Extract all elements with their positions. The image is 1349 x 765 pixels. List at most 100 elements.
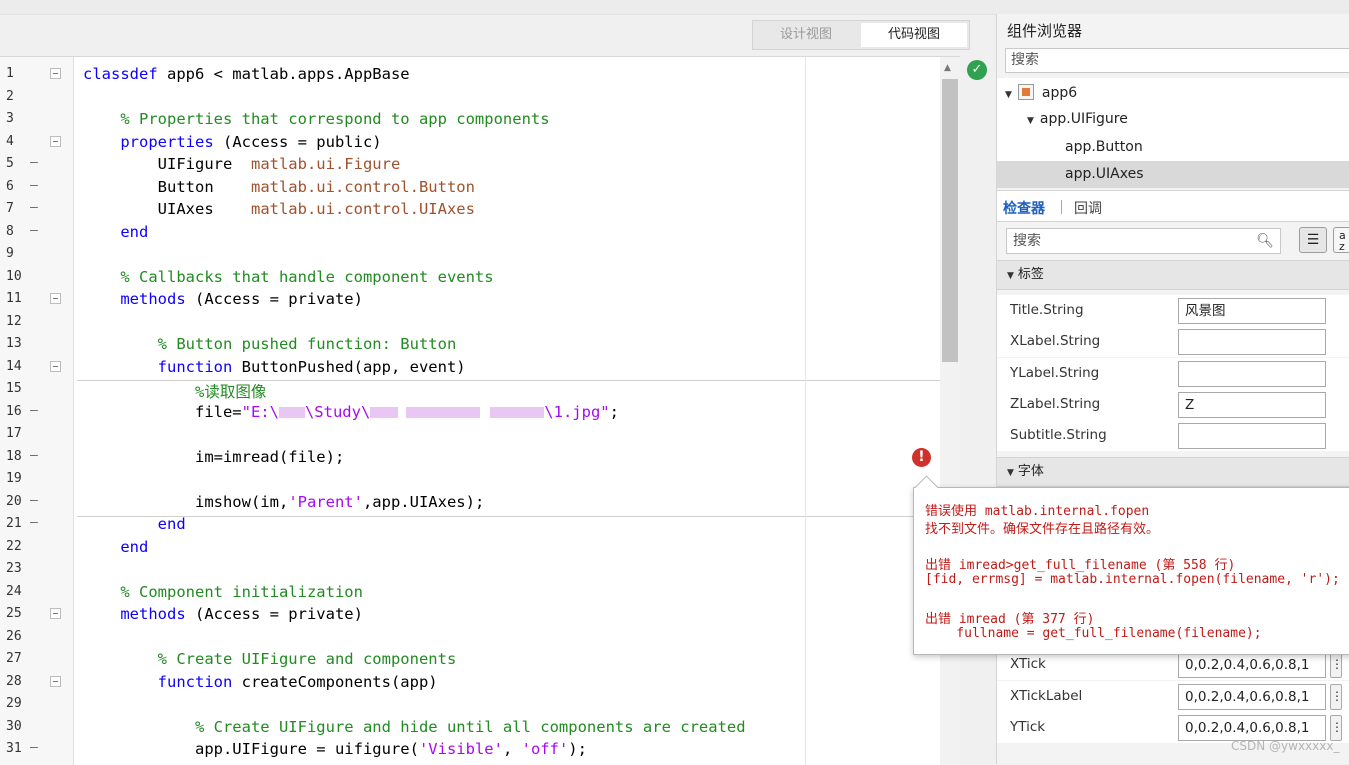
code-line[interactable]: 11 methods (Access = private) — [0, 288, 940, 311]
property-value-input[interactable]: 0,0.2,0.4,0.6,0.8,1 — [1178, 652, 1326, 678]
breakpoint-dash-icon[interactable]: – — [30, 200, 38, 215]
error-icon[interactable]: ! — [912, 448, 931, 467]
tree-item-uifigure[interactable]: ▼ app.UIFigure — [1027, 111, 1128, 127]
property-search-input[interactable]: 搜索 🔍︎ — [1006, 228, 1281, 254]
tree-item-app6[interactable]: ▼ app6 — [1005, 84, 1077, 101]
code-text: UIFigure matlab.ui.Figure — [83, 155, 401, 173]
code-text: end — [83, 538, 148, 556]
code-line[interactable]: 30 % Create UIFigure and hide until all … — [0, 716, 940, 739]
code-line[interactable]: 28 function createComponents(app) — [0, 671, 940, 694]
property-value-input[interactable]: Z — [1178, 392, 1326, 418]
line-number: 30 — [6, 718, 22, 734]
code-text: classdef app6 < matlab.apps.AppBase — [83, 65, 410, 83]
breakpoint-dash-icon[interactable]: – — [30, 515, 38, 530]
code-line[interactable]: 29 — [0, 693, 940, 716]
code-view-button[interactable]: 代码视图 — [861, 23, 967, 47]
code-line[interactable]: 9 — [0, 243, 940, 266]
code-line[interactable]: 16– file="E:\ \Study\ \1.jpg"; — [0, 401, 940, 424]
breakpoint-dash-icon[interactable]: – — [30, 155, 38, 170]
property-value-input[interactable] — [1178, 423, 1326, 449]
breakpoint-dash-icon[interactable]: – — [30, 178, 38, 193]
line-number: 25 — [6, 606, 22, 621]
section-font[interactable]: ▼ 字体 — [997, 457, 1349, 487]
expand-triangle-icon[interactable]: ▼ — [1027, 116, 1034, 126]
more-options-button[interactable]: ⋮ — [1330, 652, 1343, 678]
code-editor[interactable]: 1 classdef app6 < matlab.apps.AppBase 2 3 %… — [0, 56, 960, 765]
code-line[interactable]: 22 end — [0, 536, 940, 559]
property-value-input[interactable]: 风景图 — [1178, 298, 1326, 324]
collapse-triangle-icon[interactable]: ▼ — [1007, 262, 1014, 290]
code-line[interactable]: 2 — [0, 86, 940, 109]
tree-item-uiaxes[interactable]: app.UIAxes — [1065, 166, 1144, 182]
code-line[interactable]: 23 — [0, 558, 940, 581]
fold-toggle-icon[interactable] — [50, 135, 61, 147]
breakpoint-dash-icon[interactable]: – — [30, 403, 38, 418]
code-line[interactable]: 31– app.UIFigure = uifigure('Visible', '… — [0, 738, 940, 761]
code-token: 'Parent' — [288, 492, 363, 511]
breakpoint-dash-icon[interactable]: – — [30, 448, 38, 463]
property-value-input[interactable] — [1178, 361, 1326, 387]
collapse-triangle-icon[interactable]: ▼ — [1007, 459, 1014, 487]
code-line[interactable]: 4 properties (Access = public) — [0, 131, 940, 154]
code-line[interactable]: 10 % Callbacks that handle component eve… — [0, 266, 940, 289]
expand-triangle-icon[interactable]: ▼ — [1005, 90, 1012, 100]
scroll-up-arrow-icon[interactable]: ▲ — [944, 63, 951, 73]
code-line[interactable]: 8 – end — [0, 221, 940, 244]
code-line[interactable]: 1 classdef app6 < matlab.apps.AppBase — [0, 63, 940, 86]
fold-toggle-icon[interactable] — [50, 68, 61, 79]
tab-inspector[interactable]: 检查器 — [1003, 198, 1045, 218]
sort-az-button[interactable]: a z — [1333, 227, 1349, 253]
more-options-button[interactable]: ⋮ — [1330, 715, 1343, 741]
code-line[interactable]: 3 % Properties that correspond to app co… — [0, 108, 940, 131]
code-line[interactable]: 5 – UIFigure matlab.ui.Figure — [0, 153, 940, 176]
breakpoint-dash-icon[interactable]: – — [30, 740, 38, 755]
code-line[interactable]: 21– end — [0, 513, 940, 536]
code-line[interactable]: 13 % Button pushed function: Button — [0, 333, 940, 356]
more-options-button[interactable]: ⋮ — [1330, 684, 1343, 710]
code-line[interactable]: 27 % Create UIFigure and components — [0, 648, 940, 671]
group-view-button[interactable]: ☰ — [1299, 227, 1327, 253]
fold-toggle-icon[interactable] — [50, 360, 61, 372]
tab-callbacks[interactable]: 回调 — [1074, 198, 1102, 218]
code-line[interactable]: 19 — [0, 468, 940, 491]
code-token: classdef — [83, 65, 158, 83]
line-number: 7 — [6, 201, 14, 216]
code-line[interactable]: 7 – UIAxes matlab.ui.control.UIAxes — [0, 198, 940, 221]
code-line[interactable]: 12 — [0, 311, 940, 334]
property-value-input[interactable] — [1178, 329, 1326, 355]
editor-scrollbar[interactable]: ▲ — [940, 57, 960, 765]
line-number: 11 — [6, 291, 22, 306]
code-line[interactable]: 20– imshow(im,'Parent',app.UIAxes); — [0, 491, 940, 514]
code-token: % Callbacks that handle component events — [120, 267, 494, 286]
code-line[interactable]: 26 — [0, 626, 940, 649]
code-line[interactable]: 25 methods (Access = private) — [0, 603, 940, 626]
component-search-input[interactable]: 搜索 — [1005, 48, 1349, 73]
breakpoint-dash-icon[interactable]: – — [30, 223, 38, 238]
code-line[interactable]: 6 – Button matlab.ui.control.Button — [0, 176, 940, 199]
property-name: XTick — [1010, 656, 1046, 672]
tree-item-button[interactable]: app.Button — [1065, 139, 1143, 155]
code-line[interactable]: 24 % Component initialization — [0, 581, 940, 604]
code-line[interactable]: 15 %读取图像 — [0, 378, 940, 401]
code-token: methods — [120, 605, 186, 623]
fold-toggle-icon[interactable] — [50, 293, 61, 304]
section-labels[interactable]: ▼ 标签 — [997, 260, 1349, 290]
property-name: YLabel.String — [1010, 365, 1100, 381]
code-line[interactable]: 14 function ButtonPushed(app, event) — [0, 356, 940, 379]
fold-toggle-icon[interactable] — [50, 608, 61, 619]
breakpoint-dash-icon[interactable]: – — [30, 493, 38, 508]
code-token: \Study\ — [304, 402, 371, 421]
fold-toggle-icon[interactable] — [50, 675, 61, 687]
scrollbar-thumb[interactable] — [942, 79, 958, 362]
line-number: 6 — [6, 178, 14, 194]
property-value-input[interactable]: 0,0.2,0.4,0.6,0.8,1 — [1178, 684, 1326, 710]
code-line[interactable]: 18– im=imread(file); — [0, 446, 940, 469]
code-token: im=imread(file); — [83, 447, 345, 466]
property-value-input[interactable]: 0,0.2,0.4,0.6,0.8,1 — [1178, 715, 1326, 741]
code-line[interactable]: 17 — [0, 423, 940, 446]
design-view-button[interactable]: 设计视图 — [753, 21, 859, 49]
